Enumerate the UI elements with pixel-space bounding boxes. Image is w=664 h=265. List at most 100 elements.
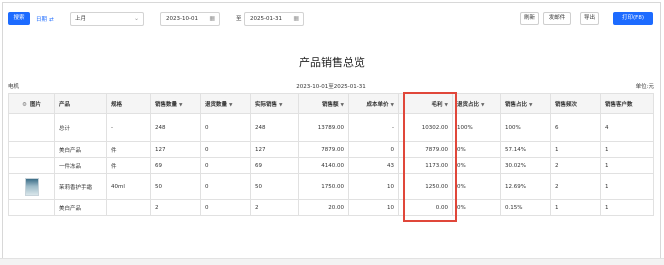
header-sales-ratio[interactable]: 销售占比 ▼	[500, 93, 551, 114]
sort-icon: ▼	[179, 102, 183, 108]
image-cell	[8, 141, 55, 158]
return-qty-cell: 0	[200, 199, 251, 216]
sort-icon: ▼	[481, 102, 485, 108]
header-frequency[interactable]: 销售频次	[550, 93, 601, 114]
product-cell: 茉莉香护手霜	[54, 173, 107, 200]
return-ratio-cell: 0%	[452, 141, 501, 158]
image-cell	[8, 157, 55, 174]
frequency-cell: 2	[550, 157, 601, 174]
start-date-value: 2023-10-01	[166, 16, 198, 22]
table-header-row: ⚙ 图片 产品 规格 销售数量 ▼ 退货数量 ▼ 实际销售 ▼ 销售额 ▼ 成本单价 ▼ 毛…	[8, 93, 654, 114]
header-spec[interactable]: 规格	[106, 93, 151, 114]
table-row[interactable]: 美白产品 2 0 2 20.00 10 0.00 0% 0.15% 1 1	[8, 199, 654, 216]
unit-cost-cell: 10	[348, 199, 399, 216]
send-mail-button[interactable]: 发邮件	[543, 12, 571, 25]
report-meta: 电机 2023-10-01至2025-01-31 单位:元	[8, 82, 654, 92]
end-date-input[interactable]: 2025-01-31 ▦	[244, 12, 304, 26]
header-unit-cost[interactable]: 成本单价 ▼	[348, 93, 399, 114]
sales-amount-cell: 13789.00	[298, 113, 349, 142]
gross-profit-cell: 0.00	[398, 199, 453, 216]
spec-cell: 40ml	[106, 173, 151, 200]
image-cell	[8, 173, 55, 200]
table-row[interactable]: 一件冻品 件 69 0 69 4140.00 43 1173.00 0% 30.…	[8, 157, 654, 174]
date-type-toggle[interactable]: 日期 ⇄	[36, 14, 54, 26]
image-cell	[8, 199, 55, 216]
spec-cell	[106, 199, 151, 216]
unit-cost-cell: 43	[348, 157, 399, 174]
end-date-value: 2025-01-31	[250, 16, 282, 22]
image-cell	[8, 113, 55, 142]
header-gross-profit[interactable]: 毛利 ▼	[398, 93, 453, 114]
sales-table: ⚙ 图片 产品 规格 销售数量 ▼ 退货数量 ▼ 实际销售 ▼ 销售额 ▼ 成本单价 ▼ 毛…	[8, 93, 654, 216]
return-qty-cell: 0	[200, 113, 251, 142]
return-qty-cell: 0	[200, 141, 251, 158]
sales-amount-cell: 4140.00	[298, 157, 349, 174]
header-sales-qty[interactable]: 销售数量 ▼	[150, 93, 201, 114]
sales-qty-cell: 50	[150, 173, 201, 200]
sales-amount-cell: 7879.00	[298, 141, 349, 158]
product-cell: 美白产品	[54, 199, 107, 216]
unit-cost-cell: -	[348, 113, 399, 142]
product-thumbnail[interactable]	[24, 177, 39, 196]
customers-cell: 4	[600, 113, 654, 142]
unit-label: 单位:元	[635, 84, 654, 90]
return-qty-cell: 0	[200, 173, 251, 200]
header-customers[interactable]: 销售客户数	[600, 93, 654, 114]
return-ratio-cell: 0%	[452, 199, 501, 216]
date-range-separator: 至	[236, 16, 242, 22]
export-button[interactable]: 导出	[580, 12, 599, 25]
sales-ratio-cell: 12.69%	[500, 173, 551, 200]
product-cell: 总计	[54, 113, 107, 142]
customers-cell: 1	[600, 199, 654, 216]
frequency-cell: 2	[550, 173, 601, 200]
unit-cost-cell: 10	[348, 173, 399, 200]
frequency-cell: 1	[550, 141, 601, 158]
start-date-input[interactable]: 2023-10-01 ▦	[160, 12, 220, 26]
sales-amount-cell: 1750.00	[298, 173, 349, 200]
sort-icon: ▼	[340, 102, 344, 108]
header-actual-sales[interactable]: 实际销售 ▼	[250, 93, 299, 114]
table-row[interactable]: 美白产品 件 127 0 127 7879.00 0 7879.00 0% 57…	[8, 141, 654, 158]
return-qty-cell: 0	[200, 157, 251, 174]
search-button[interactable]: 搜索	[8, 12, 30, 25]
calendar-icon: ▦	[209, 15, 215, 22]
return-ratio-cell: 0%	[452, 173, 501, 200]
refresh-button[interactable]: 刷新	[520, 12, 539, 25]
gross-profit-cell: 10302.00	[398, 113, 453, 142]
header-image[interactable]: ⚙ 图片	[8, 93, 55, 114]
actual-sales-cell: 69	[250, 157, 299, 174]
header-return-ratio[interactable]: 退货占比 ▼	[452, 93, 501, 114]
period-select-value: 上月	[75, 16, 87, 22]
spec-cell: 件	[106, 141, 151, 158]
report-title: 产品销售总览	[299, 56, 365, 69]
table-row-total: 总计 - 248 0 248 13789.00 - 10302.00 100% …	[8, 113, 654, 142]
table-row[interactable]: 茉莉香护手霜 40ml 50 0 50 1750.00 10 1250.00 0…	[8, 173, 654, 200]
product-cell: 一件冻品	[54, 157, 107, 174]
sales-ratio-cell: 0.15%	[500, 199, 551, 216]
header-sales-amount[interactable]: 销售额 ▼	[298, 93, 349, 114]
sales-qty-cell: 69	[150, 157, 201, 174]
gross-profit-cell: 7879.00	[398, 141, 453, 158]
header-return-qty[interactable]: 退货数量 ▼	[200, 93, 251, 114]
spec-cell: -	[106, 113, 151, 142]
calendar-icon: ▦	[293, 15, 299, 22]
actual-sales-cell: 50	[250, 173, 299, 200]
header-product[interactable]: 产品	[54, 93, 107, 114]
period-select[interactable]: 上月 ⌄	[70, 12, 144, 26]
gear-icon[interactable]: ⚙	[22, 102, 27, 108]
return-ratio-cell: 0%	[452, 157, 501, 174]
window-bottom-edge	[0, 258, 664, 265]
print-button[interactable]: 打印(F8)	[613, 12, 653, 25]
customers-cell: 1	[600, 173, 654, 200]
actual-sales-cell: 127	[250, 141, 299, 158]
date-range-label: 2023-10-01至2025-01-31	[296, 84, 366, 90]
spec-cell: 件	[106, 157, 151, 174]
actual-sales-cell: 248	[250, 113, 299, 142]
toolbar: 搜索 日期 ⇄ 上月 ⌄ 2023-10-01 ▦ 至 2025-01-31 ▦ …	[8, 12, 656, 28]
sales-ratio-cell: 57.14%	[500, 141, 551, 158]
gross-profit-cell: 1250.00	[398, 173, 453, 200]
sales-qty-cell: 248	[150, 113, 201, 142]
sales-ratio-cell: 100%	[500, 113, 551, 142]
customers-cell: 1	[600, 157, 654, 174]
sort-icon: ▼	[390, 102, 394, 108]
